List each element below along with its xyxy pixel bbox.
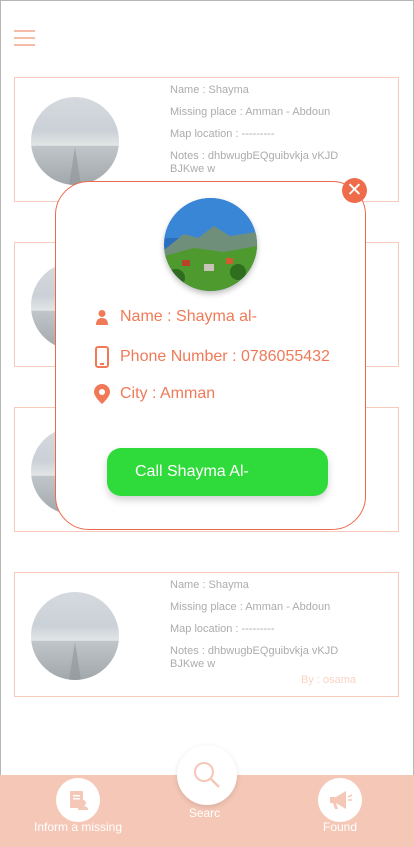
contact-modal: Name : Shayma al- Phone Number : 0786055… — [55, 181, 366, 530]
search-icon — [194, 762, 220, 788]
nav-inform-missing[interactable]: Inform a missing — [32, 778, 124, 834]
document-icon — [56, 778, 100, 822]
modal-city: City : Amman — [120, 385, 216, 402]
location-pin-icon — [92, 384, 112, 404]
modal-phone-row: Phone Number : 0786055432 — [92, 346, 330, 368]
nav-inform-label: Inform a missing — [33, 820, 123, 834]
modal-name: Name : Shayma al- — [120, 308, 257, 325]
person-photo — [164, 198, 257, 291]
nav-found-label: Found — [322, 820, 358, 834]
megaphone-icon — [318, 778, 362, 822]
search-button[interactable] — [177, 745, 237, 805]
call-button[interactable]: Call Shayma Al- — [107, 448, 328, 496]
nav-found[interactable]: Found — [300, 778, 380, 834]
nav-search-label[interactable]: Searc — [177, 806, 232, 820]
phone-icon — [92, 346, 112, 368]
modal-phone[interactable]: Phone Number : 0786055432 — [120, 348, 330, 366]
close-icon[interactable]: ✕ — [342, 178, 367, 203]
modal-city-row: City : Amman — [92, 384, 215, 404]
person-icon — [92, 309, 112, 325]
modal-name-row: Name : Shayma al- — [92, 308, 257, 326]
